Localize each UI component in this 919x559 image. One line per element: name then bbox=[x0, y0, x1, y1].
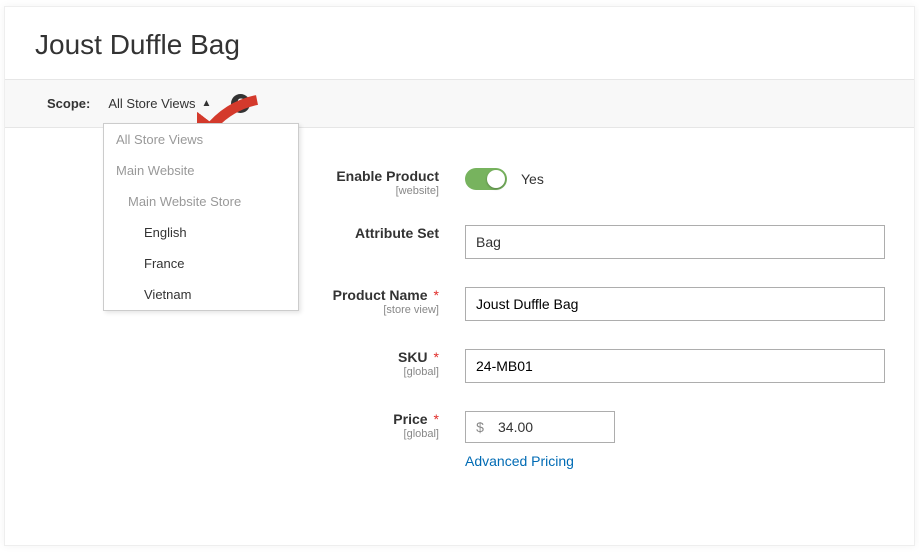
scope-option-vietnam[interactable]: Vietnam bbox=[104, 279, 298, 310]
sku-sublabel: [global] bbox=[5, 366, 439, 378]
currency-symbol: $ bbox=[466, 419, 494, 435]
required-mark-icon: * bbox=[434, 349, 439, 365]
price-sublabel: [global] bbox=[5, 428, 439, 440]
scope-option-main-website[interactable]: Main Website bbox=[104, 155, 298, 186]
required-mark-icon: * bbox=[434, 287, 439, 303]
scope-bar: Scope: All Store Views ▲ ? All Store Vie… bbox=[5, 79, 914, 128]
price-input[interactable]: $ 34.00 bbox=[465, 411, 615, 443]
scope-option-france[interactable]: France bbox=[104, 248, 298, 279]
scope-dropdown: All Store Views Main Website Main Websit… bbox=[103, 123, 299, 311]
scope-option-main-website-store[interactable]: Main Website Store bbox=[104, 186, 298, 217]
enable-product-label: Enable Product bbox=[336, 168, 439, 184]
enable-product-toggle[interactable] bbox=[465, 168, 507, 190]
chevron-up-icon: ▲ bbox=[202, 98, 212, 109]
scope-option-all-store-views[interactable]: All Store Views bbox=[104, 124, 298, 155]
sku-input[interactable] bbox=[465, 349, 885, 383]
scope-selector[interactable]: All Store Views ▲ bbox=[108, 96, 211, 111]
required-mark-icon: * bbox=[434, 411, 439, 427]
scope-option-english[interactable]: English bbox=[104, 217, 298, 248]
product-name-input[interactable] bbox=[465, 287, 885, 321]
price-value: 34.00 bbox=[494, 419, 614, 435]
attribute-set-label: Attribute Set bbox=[355, 225, 439, 241]
help-icon[interactable]: ? bbox=[231, 94, 250, 113]
price-label: Price bbox=[393, 411, 427, 427]
toggle-knob-icon bbox=[487, 170, 505, 188]
attribute-set-value: Bag bbox=[476, 234, 501, 250]
scope-label: Scope: bbox=[47, 96, 90, 111]
sku-label: SKU bbox=[398, 349, 428, 365]
page-title: Joust Duffle Bag bbox=[5, 7, 914, 79]
enable-product-value: Yes bbox=[521, 171, 544, 187]
scope-selected-value: All Store Views bbox=[108, 96, 195, 111]
product-name-label: Product Name bbox=[333, 287, 428, 303]
advanced-pricing-link[interactable]: Advanced Pricing bbox=[465, 453, 574, 469]
attribute-set-select[interactable]: Bag bbox=[465, 225, 885, 259]
